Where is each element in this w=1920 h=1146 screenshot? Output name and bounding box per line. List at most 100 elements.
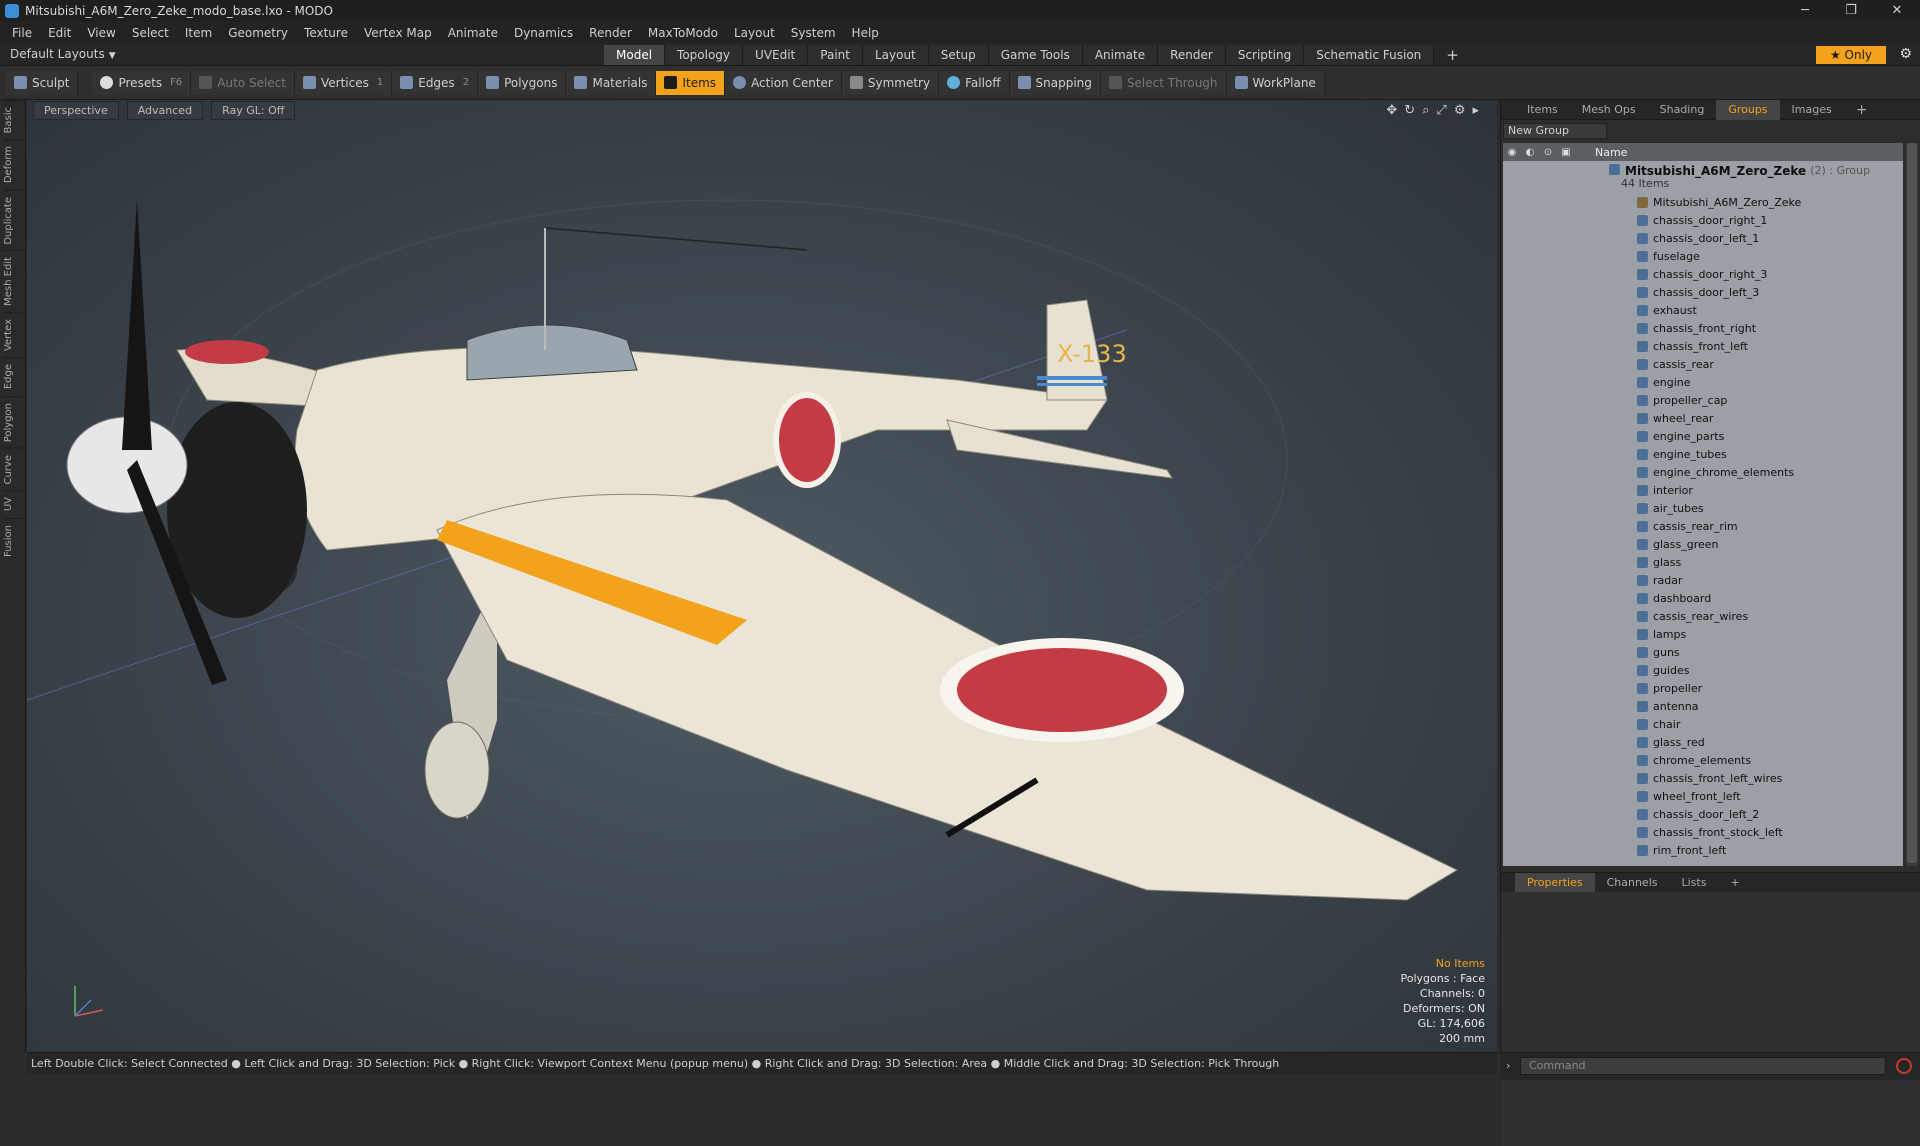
tab-images[interactable]: Images bbox=[1780, 100, 1844, 120]
tab-render[interactable]: Render bbox=[1158, 45, 1226, 65]
menu-dynamics[interactable]: Dynamics bbox=[508, 26, 583, 40]
raygl-button[interactable]: Ray GL: Off bbox=[211, 100, 296, 120]
action-center-button[interactable]: Action Center bbox=[725, 70, 842, 95]
only-toggle-button[interactable]: ★ Only bbox=[1816, 46, 1886, 64]
list-item[interactable]: glass_red bbox=[1503, 733, 1903, 751]
menu-maxtomodo[interactable]: MaxToModo bbox=[642, 26, 728, 40]
pan-icon[interactable]: ✥ bbox=[1386, 103, 1397, 118]
locator-row[interactable]: Mitsubishi_A6M_Zero_Zeke bbox=[1503, 193, 1903, 211]
list-item[interactable]: guns bbox=[1503, 643, 1903, 661]
command-input[interactable]: Command bbox=[1520, 1057, 1886, 1075]
select-through-button[interactable]: Select Through bbox=[1100, 70, 1227, 95]
list-item[interactable]: chassis_front_stock_left bbox=[1503, 823, 1903, 841]
menu-geometry[interactable]: Geometry bbox=[222, 26, 298, 40]
menu-texture[interactable]: Texture bbox=[298, 26, 358, 40]
menu-animate[interactable]: Animate bbox=[442, 26, 508, 40]
zoom-icon[interactable]: ⌕ bbox=[1422, 103, 1429, 118]
viewport-settings-icon[interactable]: ⚙ bbox=[1454, 103, 1466, 118]
strip-tab-basic[interactable]: Basic bbox=[3, 100, 23, 140]
vertices-button[interactable]: Vertices 1 bbox=[294, 70, 393, 95]
group-row[interactable]: Mitsubishi_A6M_Zero_Zeke (2) : Group 44 … bbox=[1503, 161, 1903, 193]
strip-tab-mesh-edit[interactable]: Mesh Edit bbox=[3, 250, 23, 313]
tab-paint[interactable]: Paint bbox=[808, 45, 863, 65]
list-item[interactable]: lamps bbox=[1503, 625, 1903, 643]
list-item[interactable]: wheel_rear bbox=[1503, 409, 1903, 427]
name-column-header[interactable]: Name bbox=[1595, 146, 1627, 159]
list-item[interactable]: antenna bbox=[1503, 697, 1903, 715]
list-item[interactable]: engine_tubes bbox=[1503, 445, 1903, 463]
tab-model[interactable]: Model bbox=[604, 45, 666, 65]
tab-animate[interactable]: Animate bbox=[1082, 45, 1159, 65]
list-item[interactable]: chassis_door_right_1 bbox=[1503, 211, 1903, 229]
maximize-button[interactable]: ❐ bbox=[1828, 0, 1874, 22]
strip-tab-deform[interactable]: Deform bbox=[3, 139, 23, 190]
list-item[interactable]: exhaust bbox=[1503, 301, 1903, 319]
list-item[interactable]: dashboard bbox=[1503, 589, 1903, 607]
visibility-icon[interactable]: ◉ bbox=[1503, 147, 1521, 158]
menu-select[interactable]: Select bbox=[126, 26, 179, 40]
add-properties-tab-button[interactable]: + bbox=[1718, 873, 1751, 893]
menu-render[interactable]: Render bbox=[583, 26, 642, 40]
list-item[interactable]: engine_chrome_elements bbox=[1503, 463, 1903, 481]
list-item[interactable]: cassis_rear_wires bbox=[1503, 607, 1903, 625]
add-panel-tab-button[interactable]: + bbox=[1844, 100, 1880, 120]
list-item[interactable]: fuselage bbox=[1503, 247, 1903, 265]
expand-icon[interactable]: ▸ bbox=[1472, 103, 1479, 118]
add-tab-button[interactable]: + bbox=[1434, 45, 1471, 65]
polygons-button[interactable]: Polygons bbox=[478, 70, 567, 95]
render-icon[interactable]: ◐ bbox=[1521, 147, 1539, 158]
close-button[interactable]: ✕ bbox=[1874, 0, 1920, 22]
list-item[interactable]: wheel_front_left bbox=[1503, 787, 1903, 805]
menu-help[interactable]: Help bbox=[846, 26, 889, 40]
menu-vertex-map[interactable]: Vertex Map bbox=[358, 26, 442, 40]
list-item[interactable]: cassis_rear_rim bbox=[1503, 517, 1903, 535]
fit-icon[interactable]: ⤢ bbox=[1436, 103, 1446, 118]
menu-layout[interactable]: Layout bbox=[728, 26, 785, 40]
layout-preset-dropdown[interactable]: Default Layouts ▼ bbox=[10, 47, 116, 61]
scrollbar-thumb[interactable] bbox=[1907, 143, 1917, 863]
presets-button[interactable]: Presets F6 bbox=[92, 70, 192, 95]
list-item[interactable]: interior bbox=[1503, 481, 1903, 499]
list-item[interactable]: radar bbox=[1503, 571, 1903, 589]
workplane-button[interactable]: WorkPlane bbox=[1226, 70, 1325, 95]
edges-button[interactable]: Edges 2 bbox=[392, 70, 479, 95]
menu-file[interactable]: File bbox=[6, 26, 42, 40]
items-button[interactable]: Items bbox=[656, 70, 726, 95]
lock-icon[interactable]: ⊙ bbox=[1539, 147, 1557, 158]
list-item[interactable]: propeller bbox=[1503, 679, 1903, 697]
strip-tab-vertex[interactable]: Vertex bbox=[3, 312, 23, 358]
list-item[interactable]: chassis_door_right_3 bbox=[1503, 265, 1903, 283]
stop-icon[interactable] bbox=[1896, 1058, 1912, 1074]
strip-tab-polygon[interactable]: Polygon bbox=[3, 395, 23, 448]
list-item[interactable]: chassis_front_left_wires bbox=[1503, 769, 1903, 787]
list-item[interactable]: chassis_door_left_3 bbox=[1503, 283, 1903, 301]
tab-channels[interactable]: Channels bbox=[1595, 873, 1670, 893]
list-item[interactable]: engine_parts bbox=[1503, 427, 1903, 445]
auto-select-button[interactable]: Auto Select bbox=[191, 70, 295, 95]
list-item[interactable]: glass_green bbox=[1503, 535, 1903, 553]
list-item[interactable]: rim_front_left bbox=[1503, 841, 1903, 859]
materials-button[interactable]: Materials bbox=[566, 70, 657, 95]
tab-lists[interactable]: Lists bbox=[1670, 873, 1719, 893]
tab-items[interactable]: Items bbox=[1515, 100, 1570, 120]
shading-mode-button[interactable]: Advanced bbox=[126, 100, 204, 120]
menu-item[interactable]: Item bbox=[179, 26, 222, 40]
falloff-button[interactable]: Falloff bbox=[939, 70, 1010, 95]
tab-groups[interactable]: Groups bbox=[1716, 99, 1780, 120]
list-item[interactable]: guides bbox=[1503, 661, 1903, 679]
tab-topology[interactable]: Topology bbox=[665, 45, 744, 65]
snapping-button[interactable]: Snapping bbox=[1009, 70, 1101, 95]
tab-layout[interactable]: Layout bbox=[862, 45, 929, 65]
groups-list-scrollbar[interactable] bbox=[1906, 143, 1918, 866]
menu-edit[interactable]: Edit bbox=[42, 26, 81, 40]
select-icon[interactable]: ▣ bbox=[1557, 147, 1575, 158]
list-item[interactable]: air_tubes bbox=[1503, 499, 1903, 517]
tab-shading[interactable]: Shading bbox=[1648, 100, 1717, 120]
sculpt-button[interactable]: Sculpt bbox=[6, 70, 79, 95]
list-item[interactable]: chair bbox=[1503, 715, 1903, 733]
list-item[interactable]: propeller_cap bbox=[1503, 391, 1903, 409]
menu-system[interactable]: System bbox=[785, 26, 846, 40]
tab-setup[interactable]: Setup bbox=[928, 45, 989, 65]
new-group-button[interactable]: New Group bbox=[1503, 123, 1607, 139]
view-mode-button[interactable]: Perspective bbox=[33, 100, 119, 120]
